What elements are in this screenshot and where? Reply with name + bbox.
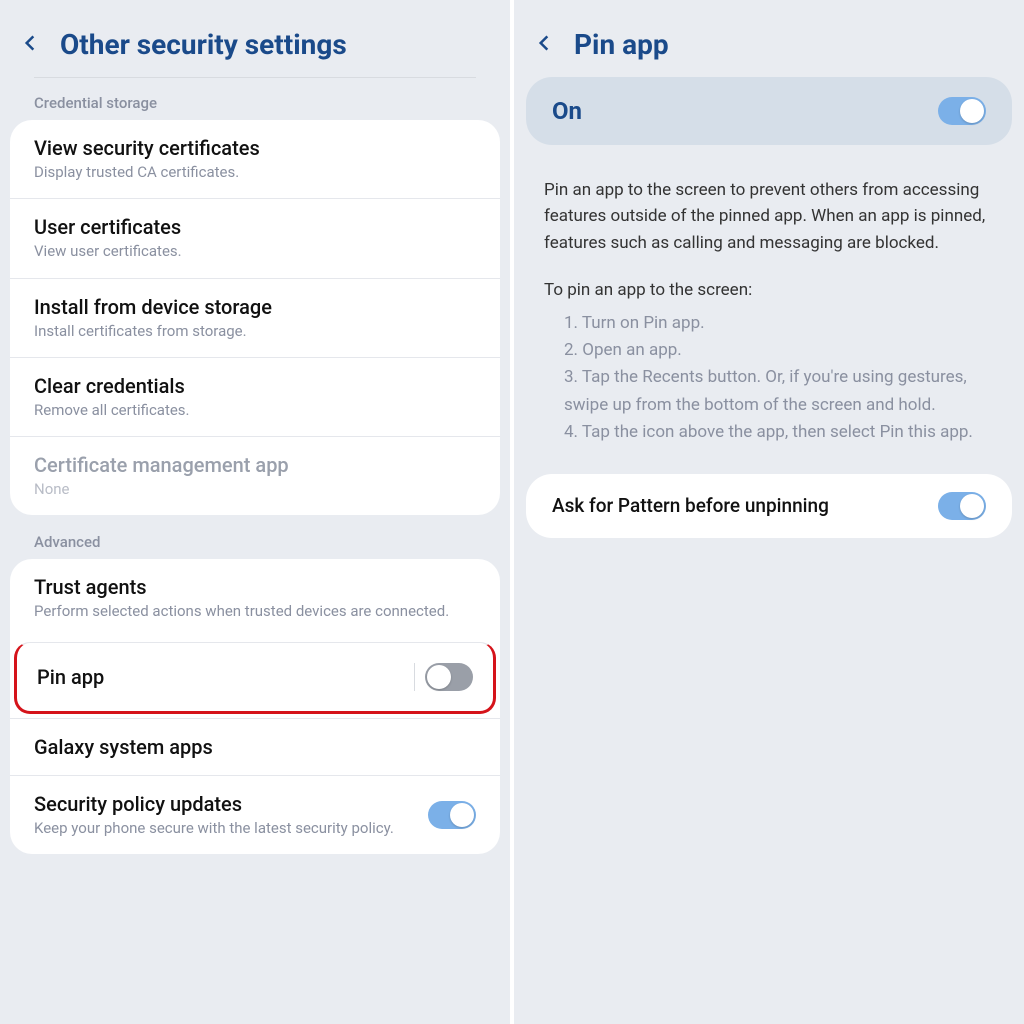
steps-list: 1. Turn on Pin app. 2. Open an app. 3. T… bbox=[514, 300, 1024, 446]
page-title: Pin app bbox=[574, 28, 669, 61]
row-title: Galaxy system apps bbox=[34, 735, 476, 759]
left-pane: Other security settings Credential stora… bbox=[0, 0, 512, 1024]
step-4: 4. Tap the icon above the app, then sele… bbox=[564, 419, 994, 446]
row-title: User certificates bbox=[34, 215, 476, 239]
right-pane: Pin app On Pin an app to the screen to p… bbox=[512, 0, 1024, 1024]
step-3: 3. Tap the Recents button. Or, if you're… bbox=[564, 364, 994, 418]
row-view-security-certificates[interactable]: View security certificates Display trust… bbox=[10, 120, 500, 198]
row-title: Install from device storage bbox=[34, 295, 476, 319]
ask-pattern-card[interactable]: Ask for Pattern before unpinning bbox=[526, 474, 1012, 538]
row-subtitle: Display trusted CA certificates. bbox=[34, 162, 476, 182]
ask-pattern-label: Ask for Pattern before unpinning bbox=[552, 494, 926, 517]
row-title: Clear credentials bbox=[34, 374, 476, 398]
row-subtitle: Remove all certificates. bbox=[34, 400, 476, 420]
left-header: Other security settings bbox=[0, 0, 510, 77]
advanced-card: Trust agents Perform selected actions wh… bbox=[10, 559, 500, 854]
back-icon[interactable] bbox=[534, 29, 554, 61]
row-title: View security certificates bbox=[34, 136, 476, 160]
row-subtitle: Keep your phone secure with the latest s… bbox=[34, 818, 418, 838]
row-title: Security policy updates bbox=[34, 792, 418, 816]
row-title: Pin app bbox=[37, 665, 404, 689]
right-header: Pin app bbox=[514, 0, 1024, 77]
pin-app-description: Pin an app to the screen to prevent othe… bbox=[514, 145, 1024, 256]
on-status-card[interactable]: On bbox=[526, 77, 1012, 145]
step-1: 1. Turn on Pin app. bbox=[564, 310, 994, 337]
section-label-advanced: Advanced bbox=[0, 533, 510, 559]
row-trust-agents[interactable]: Trust agents Perform selected actions wh… bbox=[10, 559, 500, 637]
row-text: Pin app bbox=[37, 665, 404, 689]
page-title: Other security settings bbox=[60, 28, 347, 61]
row-certificate-management-app[interactable]: Certificate management app None bbox=[10, 436, 500, 515]
row-subtitle: View user certificates. bbox=[34, 241, 476, 261]
ask-pattern-toggle[interactable] bbox=[938, 492, 986, 520]
row-subtitle: Install certificates from storage. bbox=[34, 321, 476, 341]
row-text: Security policy updates Keep your phone … bbox=[34, 792, 418, 838]
section-label-credential-storage: Credential storage bbox=[0, 94, 510, 120]
back-icon[interactable] bbox=[20, 29, 40, 61]
row-title: Certificate management app bbox=[34, 453, 476, 477]
row-user-certificates[interactable]: User certificates View user certificates… bbox=[10, 198, 500, 277]
header-divider bbox=[34, 77, 476, 78]
steps-intro: To pin an app to the screen: bbox=[514, 256, 1024, 300]
security-policy-toggle[interactable] bbox=[428, 801, 476, 829]
step-2: 2. Open an app. bbox=[564, 337, 994, 364]
row-galaxy-system-apps[interactable]: Galaxy system apps bbox=[10, 718, 500, 775]
row-clear-credentials[interactable]: Clear credentials Remove all certificate… bbox=[10, 357, 500, 436]
row-pin-app[interactable]: Pin app bbox=[14, 642, 496, 714]
on-status-label: On bbox=[552, 97, 582, 125]
row-subtitle: Perform selected actions when trusted de… bbox=[34, 601, 476, 621]
credential-storage-card: View security certificates Display trust… bbox=[10, 120, 500, 515]
pin-app-toggle[interactable] bbox=[425, 663, 473, 691]
pin-app-master-toggle[interactable] bbox=[938, 97, 986, 125]
vertical-divider bbox=[414, 663, 415, 691]
row-install-from-device-storage[interactable]: Install from device storage Install cert… bbox=[10, 278, 500, 357]
row-security-policy-updates[interactable]: Security policy updates Keep your phone … bbox=[10, 775, 500, 854]
row-subtitle: None bbox=[34, 479, 476, 499]
row-title: Trust agents bbox=[34, 575, 476, 599]
